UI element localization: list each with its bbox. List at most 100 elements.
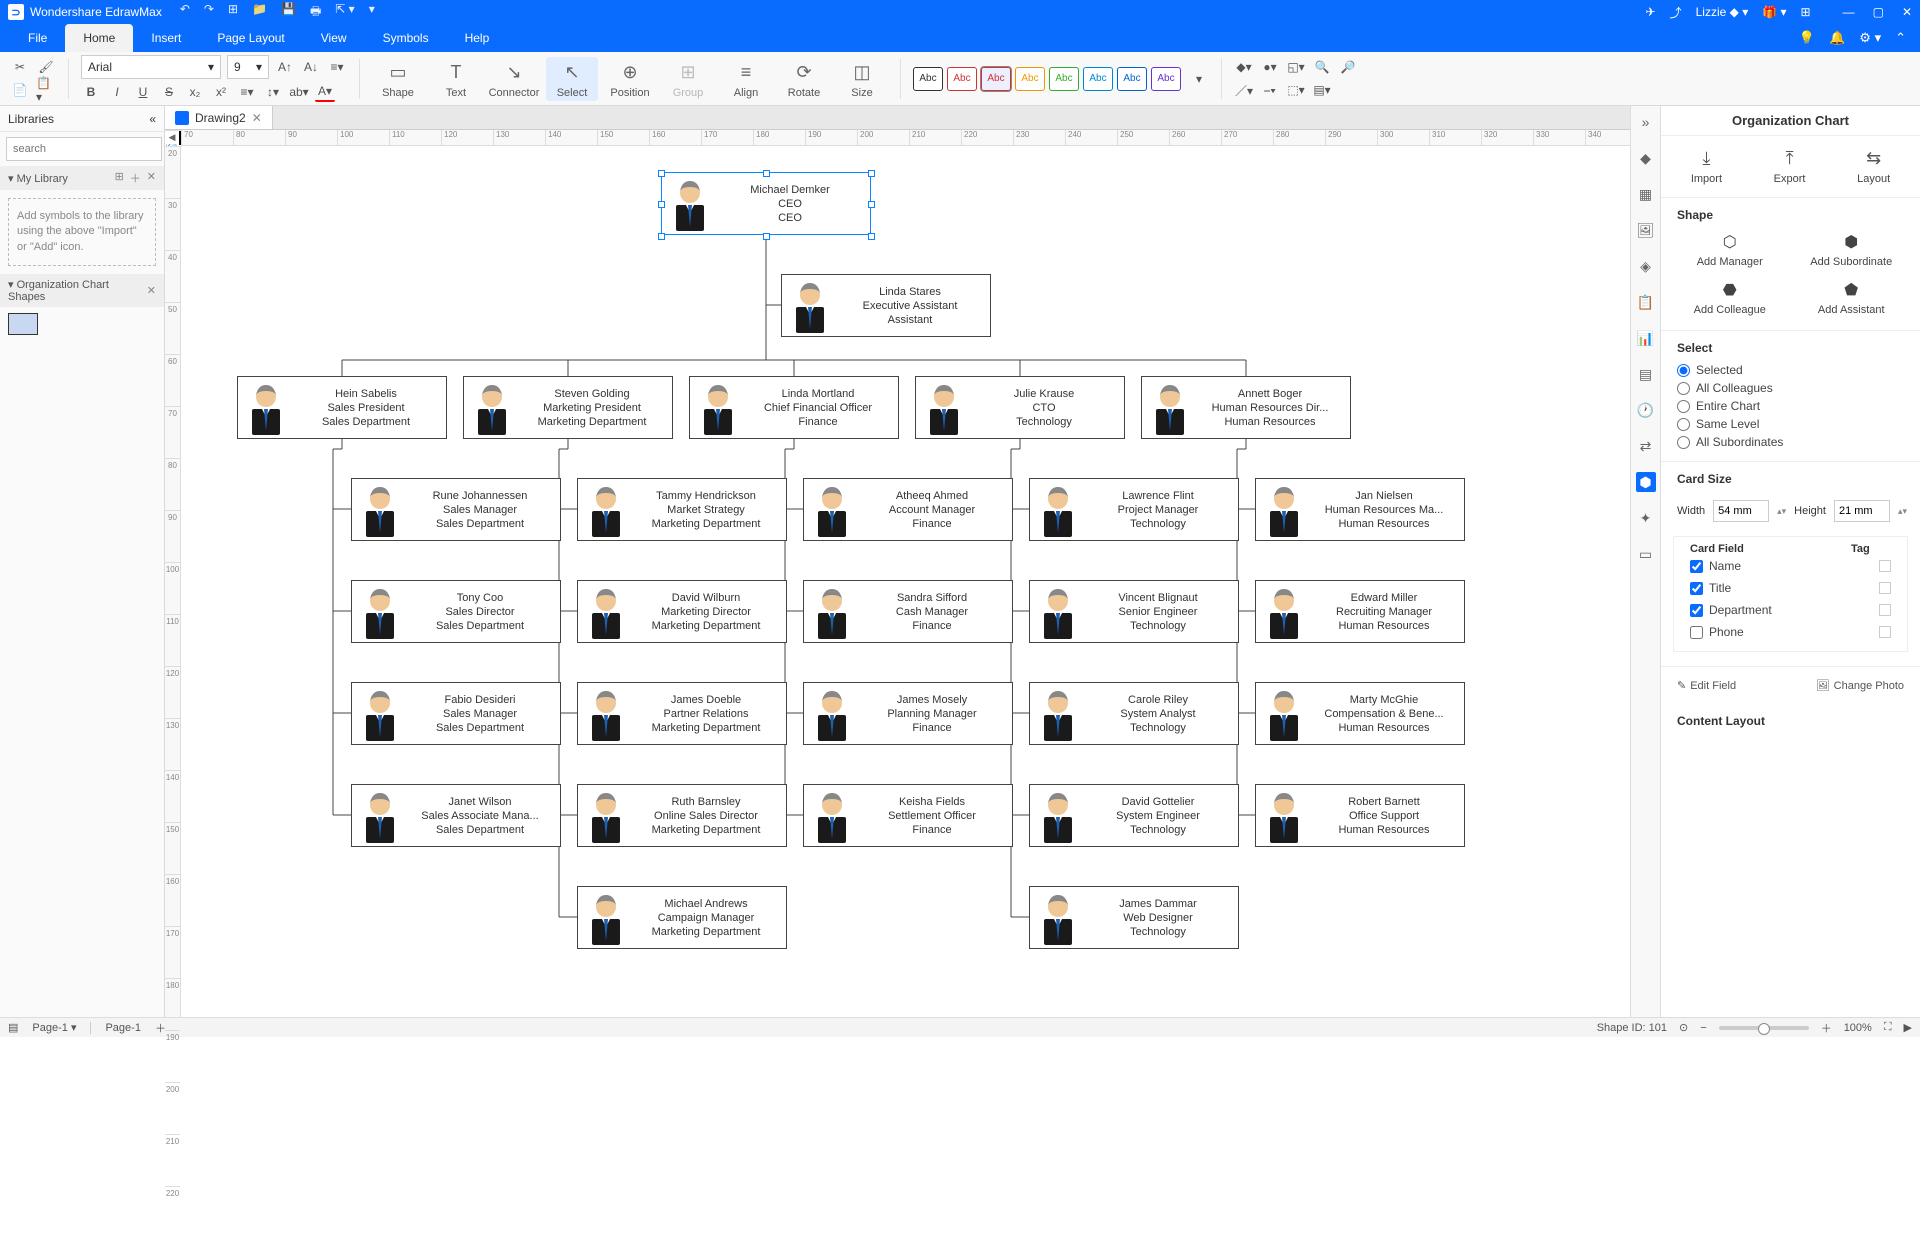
tab-insert[interactable]: Insert bbox=[133, 24, 199, 52]
import-lib-icon[interactable]: ⊞ bbox=[115, 170, 124, 186]
org-node[interactable]: Atheeq AhmedAccount ManagerFinance bbox=[803, 478, 1013, 541]
minimize-icon[interactable]: — bbox=[1843, 5, 1855, 19]
print-icon[interactable]: 🖶 bbox=[310, 2, 321, 23]
layers-icon[interactable]: ▤▾ bbox=[1312, 80, 1332, 100]
search-input[interactable] bbox=[6, 137, 162, 161]
tool-connector[interactable]: ↘Connector bbox=[488, 59, 540, 99]
style-chip-0[interactable]: Abc bbox=[913, 67, 943, 91]
pages-icon[interactable]: ▤ bbox=[8, 1021, 18, 1034]
rp-shape-button[interactable]: ⬡Add Manager bbox=[1671, 232, 1789, 268]
rp-action-layout[interactable]: ⇆Layout bbox=[1857, 148, 1890, 185]
send-icon[interactable]: ✈ bbox=[1646, 5, 1656, 19]
subscript-icon[interactable]: x₂ bbox=[185, 82, 205, 102]
redo-icon[interactable]: ↷ bbox=[204, 2, 214, 23]
org-node[interactable]: Fabio DesideriSales ManagerSales Departm… bbox=[351, 682, 561, 745]
user-label[interactable]: Lizzie ◆ ▾ bbox=[1696, 5, 1749, 19]
superscript-icon[interactable]: x² bbox=[211, 82, 231, 102]
orgshape-thumb[interactable] bbox=[8, 313, 38, 335]
edit-field-button[interactable]: ✎ Edit Field bbox=[1677, 679, 1736, 692]
tool-position[interactable]: ⊕Position bbox=[604, 59, 656, 99]
tool-rotate[interactable]: ⟳Rotate bbox=[778, 59, 830, 99]
collapse-icon[interactable]: ⌃ bbox=[1895, 30, 1906, 46]
field-check-phone[interactable]: Phone bbox=[1674, 621, 1907, 643]
tool-text[interactable]: TText bbox=[430, 59, 482, 99]
rp-shape-button[interactable]: ⬣Add Colleague bbox=[1671, 280, 1789, 316]
more-icon[interactable]: ▾ bbox=[369, 2, 375, 23]
expand-rail-icon[interactable]: » bbox=[1636, 112, 1656, 132]
add-lib-icon[interactable]: ＋ bbox=[130, 170, 141, 186]
underline-icon[interactable]: U bbox=[133, 82, 153, 102]
org-node[interactable]: Jan NielsenHuman Resources Ma...Human Re… bbox=[1255, 478, 1465, 541]
collapse-left-icon[interactable]: « bbox=[149, 112, 156, 126]
tab-home[interactable]: Home bbox=[65, 24, 133, 52]
style-chip-6[interactable]: Abc bbox=[1117, 67, 1147, 91]
rp-shape-button[interactable]: ⬢Add Subordinate bbox=[1793, 232, 1911, 268]
org-node[interactable]: Michael DemkerCEOCEO bbox=[661, 172, 871, 235]
orgshapes-section[interactable]: Organization Chart Shapes bbox=[8, 279, 109, 303]
close-doc-icon[interactable]: ✕ bbox=[252, 111, 262, 125]
width-input[interactable] bbox=[1713, 500, 1769, 522]
copy-icon[interactable]: 📄 bbox=[10, 80, 30, 100]
strike-icon[interactable]: S bbox=[159, 82, 179, 102]
highlight-icon[interactable]: ab▾ bbox=[289, 82, 309, 102]
field-check-department[interactable]: Department bbox=[1674, 599, 1907, 621]
org-node[interactable]: James DoeblePartner RelationsMarketing D… bbox=[577, 682, 787, 745]
format-painter-icon[interactable]: 🖌 bbox=[36, 57, 56, 77]
tab-help[interactable]: Help bbox=[447, 24, 508, 52]
org-node[interactable]: Ruth BarnsleyOnline Sales DirectorMarket… bbox=[577, 784, 787, 847]
org-node[interactable]: James DammarWeb DesignerTechnology bbox=[1029, 886, 1239, 949]
save-icon[interactable]: 💾 bbox=[281, 2, 296, 23]
tab-view[interactable]: View bbox=[303, 24, 365, 52]
org-node[interactable]: James MoselyPlanning ManagerFinance bbox=[803, 682, 1013, 745]
effects-icon[interactable]: ✦ bbox=[1636, 508, 1656, 528]
shadow-icon[interactable]: ●▾ bbox=[1260, 57, 1280, 77]
style-chip-3[interactable]: Abc bbox=[1015, 67, 1045, 91]
customize-icon[interactable]: ⚙ ▾ bbox=[1859, 30, 1881, 46]
tool-align[interactable]: ≡Align bbox=[720, 59, 772, 99]
style-chip-4[interactable]: Abc bbox=[1049, 67, 1079, 91]
field-check-name[interactable]: Name bbox=[1674, 555, 1907, 577]
height-input[interactable] bbox=[1834, 500, 1890, 522]
org-node[interactable]: Linda MortlandChief Financial OfficerFin… bbox=[689, 376, 899, 439]
org-node[interactable]: David WilburnMarketing DirectorMarketing… bbox=[577, 580, 787, 643]
org-node[interactable]: Lawrence FlintProject ManagerTechnology bbox=[1029, 478, 1239, 541]
org-node[interactable]: Annett BogerHuman Resources Dir...Human … bbox=[1141, 376, 1351, 439]
zoom-icon[interactable]: 🔎 bbox=[1338, 57, 1358, 77]
select-option[interactable]: Entire Chart bbox=[1661, 397, 1920, 415]
page-select[interactable]: Page-1 ▾ bbox=[32, 1021, 76, 1034]
org-node[interactable]: Tammy HendricksonMarket StrategyMarketin… bbox=[577, 478, 787, 541]
spacing-icon[interactable]: ↕▾ bbox=[263, 82, 283, 102]
arrange-icon[interactable]: ⬚▾ bbox=[1286, 80, 1306, 100]
align-icon[interactable]: ≡▾ bbox=[327, 57, 347, 77]
lightbulb-icon[interactable]: 💡 bbox=[1799, 30, 1815, 46]
org-node[interactable]: Edward MillerRecruiting ManagerHuman Res… bbox=[1255, 580, 1465, 643]
font-select[interactable]: Arial▾ bbox=[81, 55, 221, 79]
fullscreen-icon[interactable]: ⛶ bbox=[1884, 1021, 1892, 1034]
history-icon[interactable]: 🕐 bbox=[1636, 400, 1656, 420]
line-icon[interactable]: ／▾ bbox=[1234, 80, 1254, 100]
theme-icon[interactable]: ◆ bbox=[1636, 148, 1656, 168]
style-chip-7[interactable]: Abc bbox=[1151, 67, 1181, 91]
styles-more-icon[interactable]: ▾ bbox=[1189, 69, 1209, 89]
present-icon[interactable]: ▶ bbox=[1904, 1021, 1912, 1034]
fit-icon[interactable]: ⊙ bbox=[1679, 1021, 1688, 1034]
data-icon[interactable]: 📊 bbox=[1636, 328, 1656, 348]
open-icon[interactable]: 📁 bbox=[252, 2, 267, 23]
doc-tab[interactable]: Drawing2 ✕ bbox=[165, 106, 273, 129]
comments-icon[interactable]: ⇄ bbox=[1636, 436, 1656, 456]
new-icon[interactable]: ⊞ bbox=[228, 2, 238, 23]
find-icon[interactable]: 🔍 bbox=[1312, 57, 1332, 77]
close-lib-icon[interactable]: ✕ bbox=[147, 170, 156, 186]
bullets-icon[interactable]: ≡▾ bbox=[237, 82, 257, 102]
zoom-out-icon[interactable]: − bbox=[1700, 1022, 1706, 1034]
maximize-icon[interactable]: ▢ bbox=[1873, 5, 1884, 19]
zoom-in-icon[interactable]: ＋ bbox=[1821, 1020, 1832, 1036]
mylibrary-section[interactable]: My Library bbox=[17, 173, 68, 185]
zoom-slider[interactable] bbox=[1719, 1026, 1809, 1030]
tab-pagelayout[interactable]: Page Layout bbox=[199, 24, 302, 52]
tool-select[interactable]: ↖Select bbox=[546, 57, 598, 101]
field-check-title[interactable]: Title bbox=[1674, 577, 1907, 599]
cut-icon[interactable]: ✂ bbox=[10, 57, 30, 77]
apps-icon[interactable]: ⊞ bbox=[1801, 5, 1811, 19]
bold-icon[interactable]: B bbox=[81, 82, 101, 102]
